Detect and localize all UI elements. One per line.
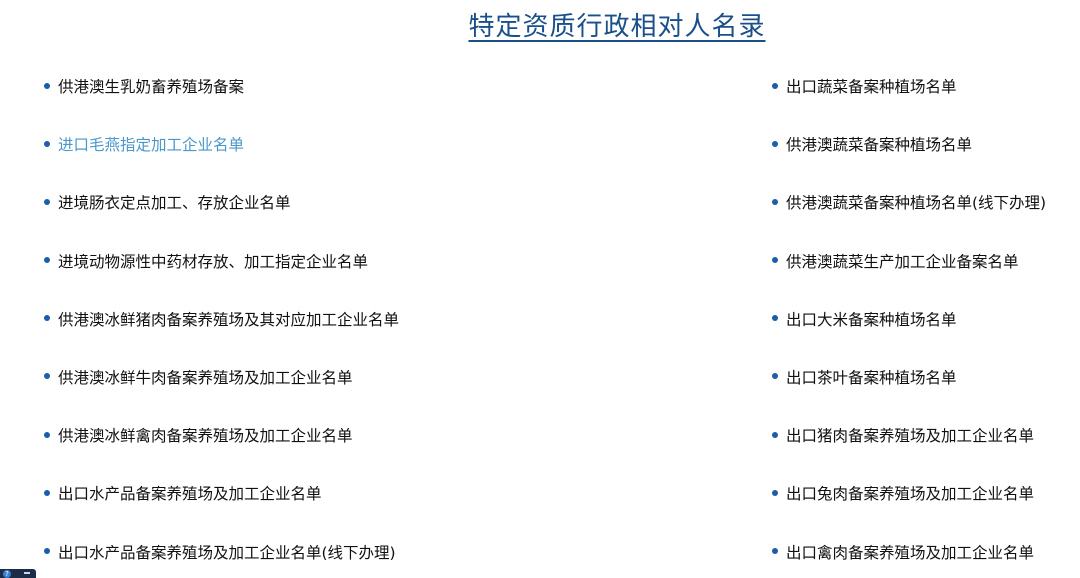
list-item[interactable]: 进境动物源性中药材存放、加工指定企业名单	[44, 248, 399, 306]
list-item-label: 出口水产品备案养殖场及加工企业名单	[58, 485, 322, 504]
list-item[interactable]: 出口水产品备案养殖场及加工企业名单(线下办理)	[44, 539, 399, 578]
list-item[interactable]: 供港澳冰鲜禽肉备案养殖场及加工企业名单	[44, 422, 399, 480]
list-item-label: 进境肠衣定点加工、存放企业名单	[58, 194, 291, 213]
bullet-icon	[772, 140, 778, 147]
help-widget[interactable]: ?	[0, 569, 36, 578]
bullet-icon	[44, 140, 50, 147]
list-item[interactable]: 出口水产品备案养殖场及加工企业名单	[44, 480, 399, 538]
list-item-label: 出口禽肉备案养殖场及加工企业名单	[786, 543, 1035, 562]
list-item[interactable]: 供港澳生乳奶畜养殖场备案	[44, 73, 399, 131]
list-item[interactable]: 供港澳蔬菜备案种植场名单(线下办理)	[772, 189, 1046, 247]
list-item[interactable]: 出口茶叶备案种植场名单	[772, 364, 1046, 422]
list-item[interactable]: 供港澳蔬菜生产加工企业备案名单	[772, 248, 1046, 306]
list-item-label: 供港澳蔬菜生产加工企业备案名单	[786, 252, 1019, 271]
list-item[interactable]: 出口禽肉备案养殖场及加工企业名单	[772, 539, 1046, 578]
bullet-icon	[772, 315, 778, 322]
list-item-label: 出口水产品备案养殖场及加工企业名单(线下办理)	[58, 543, 396, 562]
bullet-icon	[44, 257, 50, 264]
list-item[interactable]: 出口兔肉备案养殖场及加工企业名单	[772, 480, 1046, 538]
list-item-label: 供港澳冰鲜牛肉备案养殖场及加工企业名单	[58, 368, 353, 387]
list-item[interactable]: 出口猪肉备案养殖场及加工企业名单	[772, 422, 1046, 480]
list-item-label: 供港澳冰鲜猪肉备案养殖场及其对应加工企业名单	[58, 310, 400, 329]
list-item-label: 进口毛燕指定加工企业名单	[58, 136, 245, 155]
bullet-icon	[44, 548, 50, 554]
list-item-label: 出口大米备案种植场名单	[786, 310, 957, 329]
list-item-label: 出口兔肉备案养殖场及加工企业名单	[786, 485, 1035, 504]
help-icon[interactable]: ?	[3, 570, 11, 578]
bullet-icon	[772, 489, 778, 496]
list-item-label: 供港澳生乳奶畜养殖场备案	[58, 78, 245, 96]
list-item[interactable]: 供港澳蔬菜备案种植场名单	[772, 131, 1046, 189]
list-item[interactable]: 出口蔬菜备案种植场名单	[772, 73, 1046, 131]
page-title[interactable]: 特定资质行政相对人名录	[0, 6, 1080, 43]
page: 特定资质行政相对人名录 供港澳生乳奶畜养殖场备案 进口毛燕指定加工企业名单 进境…	[0, 0, 1080, 578]
list-item[interactable]: 进口毛燕指定加工企业名单	[44, 131, 399, 189]
bullet-icon	[772, 257, 778, 264]
list-item-label: 供港澳蔬菜备案种植场名单	[786, 136, 973, 155]
bullet-icon	[772, 431, 778, 438]
list-item[interactable]: 出口大米备案种植场名单	[772, 306, 1046, 364]
list-item-label: 进境动物源性中药材存放、加工指定企业名单	[58, 252, 369, 271]
list-item-label: 出口蔬菜备案种植场名单	[786, 78, 957, 96]
bullet-icon	[772, 548, 778, 554]
right-link-list: 出口蔬菜备案种植场名单 供港澳蔬菜备案种植场名单 供港澳蔬菜备案种植场名单(线下…	[772, 73, 1046, 578]
bullet-icon	[44, 373, 50, 380]
bullet-icon	[44, 82, 50, 89]
left-link-list: 供港澳生乳奶畜养殖场备案 进口毛燕指定加工企业名单 进境肠衣定点加工、存放企业名…	[44, 73, 399, 578]
bullet-icon	[44, 431, 50, 438]
list-item-label: 供港澳蔬菜备案种植场名单(线下办理)	[786, 194, 1047, 213]
bullet-icon	[44, 489, 50, 496]
list-item[interactable]: 供港澳冰鲜牛肉备案养殖场及加工企业名单	[44, 364, 399, 422]
bullet-icon	[772, 373, 778, 380]
list-item-label: 出口茶叶备案种植场名单	[786, 368, 957, 387]
list-item[interactable]: 进境肠衣定点加工、存放企业名单	[44, 189, 399, 247]
minimize-icon[interactable]	[24, 572, 30, 574]
bullet-icon	[44, 315, 50, 322]
bullet-icon	[772, 82, 778, 89]
list-item-label: 出口猪肉备案养殖场及加工企业名单	[786, 427, 1035, 446]
bullet-icon	[44, 198, 50, 205]
list-item-label: 供港澳冰鲜禽肉备案养殖场及加工企业名单	[58, 427, 353, 446]
list-item[interactable]: 供港澳冰鲜猪肉备案养殖场及其对应加工企业名单	[44, 306, 399, 364]
bullet-icon	[772, 198, 778, 205]
